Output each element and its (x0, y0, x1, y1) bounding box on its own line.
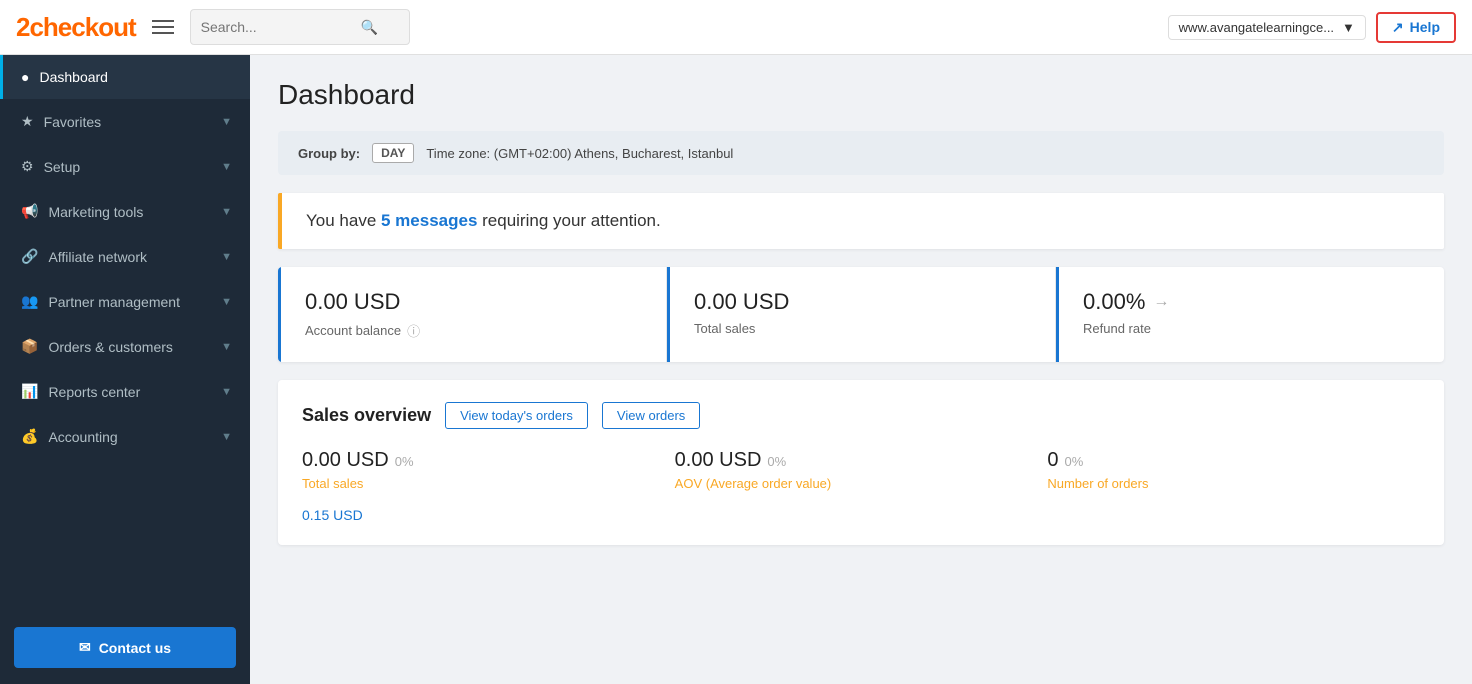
sidebar-item-favorites[interactable]: ★ Favorites ▼ (0, 99, 250, 144)
help-icon[interactable]: ⓘ (407, 321, 420, 340)
sales-stat-pct-total: 0% (395, 454, 414, 469)
sidebar-item-label: Reports center (48, 384, 140, 400)
sidebar-item-marketing-tools[interactable]: 📢 Marketing tools ▼ (0, 189, 250, 234)
stat-value-account-balance: 0.00 USD (305, 289, 642, 315)
stat-value-total-sales: 0.00 USD (694, 289, 1031, 315)
chevron-right-icon: ▼ (221, 116, 232, 128)
stat-card-refund-rate: 0.00% → Refund rate (1056, 267, 1444, 362)
search-icon: 🔍 (361, 19, 378, 36)
sidebar: ● Dashboard ★ Favorites ▼ ⚙ Setup ▼ 📢 Ma… (0, 55, 250, 684)
alert-banner: You have 5 messages requiring your atten… (278, 193, 1444, 249)
marketing-icon: 📢 (21, 203, 38, 220)
stat-card-total-sales: 0.00 USD Total sales (667, 267, 1056, 362)
sales-stat-aov: 0.00 USD 0% AOV (Average order value) (675, 449, 1048, 491)
search-input[interactable] (201, 19, 361, 35)
day-badge[interactable]: DAY (372, 143, 414, 163)
stat-value-refund-rate: 0.00% → (1083, 289, 1420, 315)
partner-icon: 👥 (21, 293, 38, 310)
view-todays-orders-button[interactable]: View today's orders (445, 402, 588, 429)
chevron-right-icon: ▼ (221, 296, 232, 308)
site-selector-text: www.avangatelearningce... (1179, 20, 1334, 35)
sidebar-item-affiliate-network[interactable]: 🔗 Affiliate network ▼ (0, 234, 250, 279)
sidebar-item-reports-center[interactable]: 📊 Reports center ▼ (0, 369, 250, 414)
search-bar: 🔍 (190, 9, 410, 45)
sales-stat-label-aov: AOV (Average order value) (675, 476, 1024, 491)
sidebar-item-dashboard[interactable]: ● Dashboard (0, 55, 250, 99)
sidebar-item-setup[interactable]: ⚙ Setup ▼ (0, 144, 250, 189)
page-title: Dashboard (278, 79, 1444, 111)
chevron-down-icon: ▼ (1342, 20, 1355, 35)
sales-stat-label-orders: Number of orders (1047, 476, 1396, 491)
sidebar-item-label: Marketing tools (48, 204, 143, 220)
email-icon: ✉ (79, 639, 91, 656)
stat-label-total-sales: Total sales (694, 321, 1031, 336)
sidebar-item-accounting[interactable]: 💰 Accounting ▼ (0, 414, 250, 459)
stat-label-account-balance: Account balance ⓘ (305, 321, 642, 340)
sales-stat-value-total: 0.00 USD 0% (302, 449, 651, 472)
main-content: Dashboard Group by: DAY Time zone: (GMT+… (250, 55, 1472, 684)
sidebar-item-label: Favorites (44, 114, 102, 130)
group-by-label: Group by: (298, 146, 360, 161)
sales-stat-orders: 0 0% Number of orders (1047, 449, 1420, 491)
sidebar-item-label: Accounting (48, 429, 117, 445)
site-selector[interactable]: www.avangatelearningce... ▼ (1168, 15, 1366, 40)
sales-stat-pct-orders: 0% (1064, 454, 1083, 469)
nav-right: www.avangatelearningce... ▼ ↗ Help (1168, 12, 1456, 43)
favorites-icon: ★ (21, 113, 34, 130)
bottom-value: 0.15 USD (302, 507, 1420, 523)
group-by-bar: Group by: DAY Time zone: (GMT+02:00) Ath… (278, 131, 1444, 175)
chevron-right-icon: ▼ (221, 251, 232, 263)
logo: 2checkout (16, 12, 136, 43)
sidebar-item-orders-customers[interactable]: 📦 Orders & customers ▼ (0, 324, 250, 369)
affiliate-icon: 🔗 (21, 248, 38, 265)
arrow-right-icon: → (1153, 293, 1169, 311)
stat-card-account-balance: 0.00 USD Account balance ⓘ (278, 267, 667, 362)
chevron-right-icon: ▼ (221, 161, 232, 173)
sidebar-item-label: Dashboard (39, 69, 108, 85)
contact-us-label: Contact us (99, 640, 171, 656)
sales-stat-value-aov: 0.00 USD 0% (675, 449, 1024, 472)
stat-label-refund-rate: Refund rate (1083, 321, 1420, 336)
chevron-right-icon: ▼ (221, 431, 232, 443)
orders-icon: 📦 (21, 338, 38, 355)
contact-us-button[interactable]: ✉ Contact us (14, 627, 236, 668)
setup-icon: ⚙ (21, 158, 34, 175)
timezone-text: Time zone: (GMT+02:00) Athens, Bucharest… (426, 146, 733, 161)
external-link-icon: ↗ (1392, 19, 1404, 36)
sales-overview-header: Sales overview View today's orders View … (302, 402, 1420, 429)
sales-stat-label-total: Total sales (302, 476, 651, 491)
hamburger-menu[interactable] (152, 20, 174, 34)
sidebar-item-label: Orders & customers (48, 339, 172, 355)
view-orders-button[interactable]: View orders (602, 402, 700, 429)
reports-icon: 📊 (21, 383, 38, 400)
sales-stat-total-sales: 0.00 USD 0% Total sales (302, 449, 675, 491)
main-layout: ● Dashboard ★ Favorites ▼ ⚙ Setup ▼ 📢 Ma… (0, 55, 1472, 684)
sidebar-item-partner-management[interactable]: 👥 Partner management ▼ (0, 279, 250, 324)
sidebar-item-label: Setup (44, 159, 81, 175)
sidebar-item-label: Affiliate network (48, 249, 147, 265)
accounting-icon: 💰 (21, 428, 38, 445)
chevron-right-icon: ▼ (221, 386, 232, 398)
stats-row: 0.00 USD Account balance ⓘ 0.00 USD Tota… (278, 267, 1444, 362)
sales-overview-card: Sales overview View today's orders View … (278, 380, 1444, 545)
alert-prefix: You have (306, 211, 381, 230)
help-button[interactable]: ↗ Help (1376, 12, 1456, 43)
top-navigation: 2checkout 🔍 www.avangatelearningce... ▼ … (0, 0, 1472, 55)
chevron-right-icon: ▼ (221, 341, 232, 353)
sales-stat-pct-aov: 0% (767, 454, 786, 469)
chevron-right-icon: ▼ (221, 206, 232, 218)
sales-stat-value-orders: 0 0% (1047, 449, 1396, 472)
sidebar-item-label: Partner management (48, 294, 180, 310)
alert-suffix: requiring your attention. (477, 211, 660, 230)
sales-stats-row: 0.00 USD 0% Total sales 0.00 USD 0% AOV … (302, 449, 1420, 491)
dashboard-icon: ● (21, 69, 29, 85)
alert-count[interactable]: 5 messages (381, 211, 477, 230)
sales-overview-title: Sales overview (302, 405, 431, 426)
